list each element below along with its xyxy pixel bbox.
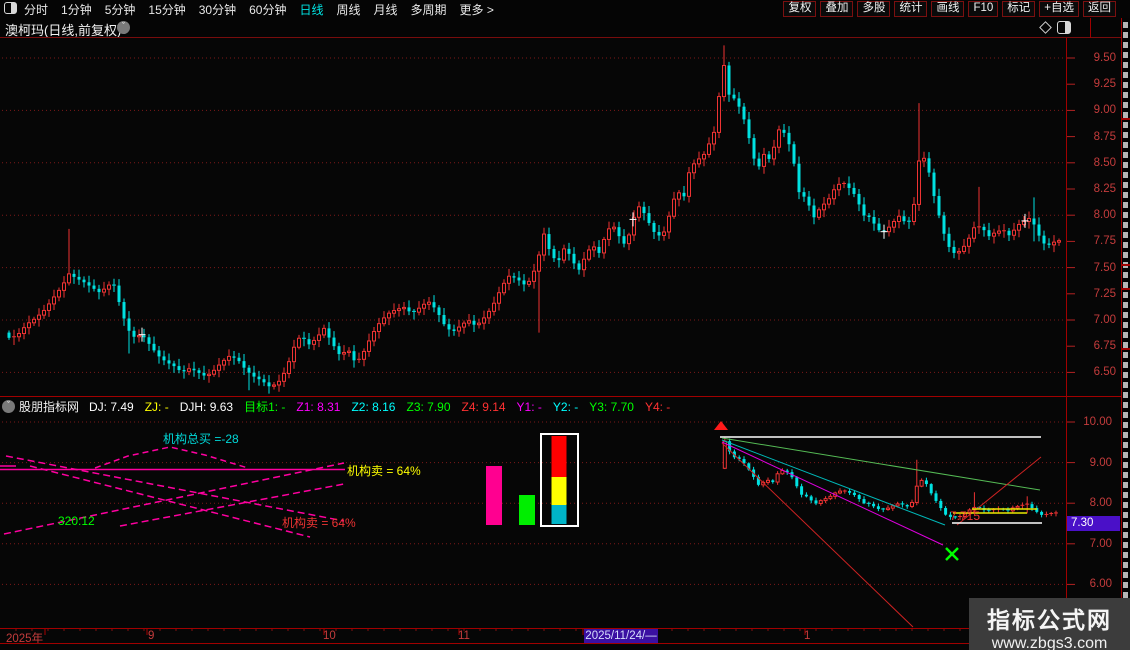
lower-axis-label: 8.00 [1089,497,1112,510]
lower-axis-label: 9.00 [1089,456,1112,469]
main-axis-label: 9.25 [1093,78,1116,91]
main-axis-label: 8.50 [1093,156,1116,169]
chevron-down-icon[interactable]: ˇ [2,400,15,413]
divider [0,643,1130,644]
toolbar-button-6[interactable]: 标记 [1002,1,1036,17]
annotation-total-buy: 机构总买 =-28 [163,432,239,446]
lower-axis-label: 7.00 [1089,537,1112,550]
axis-border [1066,38,1067,644]
period-tab-1[interactable]: 1分钟 [61,1,92,18]
indicator-name: 股朋指标网 [19,400,80,414]
indicator-field-10: Y3: 7.70 [589,400,634,414]
divider [0,628,1130,629]
right-edge-vertical-text-strip [1122,18,1130,650]
main-axis-label: 7.25 [1093,287,1116,300]
period-tab-8[interactable]: 月线 [374,1,398,18]
time-axis-label: 9 [148,630,155,642]
divider [0,396,1122,397]
period-tab-5[interactable]: 60分钟 [249,1,286,18]
last-price-badge: 7.30 [1067,516,1120,531]
title-row: 澳柯玛(日线,前复权) [0,18,1122,38]
period-tab-6[interactable]: 日线 [299,1,323,18]
indicator-header: ˇ 股朋指标网 DJ: 7.49 ZJ: - DJH: 9.63 目标1: - Z1: … [0,398,1122,415]
indicator-field-4: Z1: 8.31 [296,400,341,414]
watermark: 指标公式网 www.zbgs3.com [969,598,1130,650]
indicator-field-1: ZJ: - [144,400,169,414]
main-axis-label: 9.50 [1093,52,1116,64]
indicator-field-11: Y4: - [644,400,671,414]
indicator-field-2: DJH: 9.63 [179,400,234,414]
toolbar-button-2[interactable]: 多股 [857,1,891,17]
watermark-url: www.zbgs3.com [991,635,1108,650]
main-axis-label: 8.75 [1093,130,1116,143]
indicator-field-5: Z2: 8.16 [351,400,396,414]
divider [0,37,1122,38]
indicator-field-9: Y2: - [552,400,579,414]
indicator-field-0: DJ: 7.49 [89,400,134,414]
toolbar-button-4[interactable]: 画线 [931,1,965,17]
toolbar-button-8[interactable]: 返回 [1083,1,1116,17]
period-tabs: 分时 1分钟 5分钟 15分钟 30分钟 60分钟 日线 周线 月线 多周期 更多 > [24,0,494,18]
main-axis-label: 6.50 [1093,366,1116,379]
annotation-price-note: 7.715 [950,509,981,523]
period-tab-9[interactable]: 多周期 [411,1,447,18]
period-tab-2[interactable]: 5分钟 [105,1,136,18]
period-tab-7[interactable]: 周线 [336,1,360,18]
stock-app-window: 分时 1分钟 5分钟 15分钟 30分钟 60分钟 日线 周线 月线 多周期 更多 > 复权 叠加 多股… [0,0,1130,650]
main-axis-label: 8.00 [1093,209,1116,222]
lower-axis-label: 10.00 [1083,416,1112,428]
main-axis-label: 9.00 [1093,104,1116,117]
split-pane-icon[interactable] [4,2,17,14]
divider [1121,18,1122,650]
main-axis-label: 7.75 [1093,235,1116,248]
bottom-edge-strip [0,645,1130,650]
indicator-field-6: Z3: 7.90 [406,400,451,414]
watermark-title: 指标公式网 [987,607,1112,633]
indicator-field-8: Y1: - [516,400,542,414]
toolbar-button-5[interactable]: F10 [968,1,999,17]
time-axis-label: 11 [458,630,470,642]
annotation-sell-red: 机构卖 = 64% [282,516,356,530]
chevron-down-icon[interactable]: ˇ [117,21,130,34]
toolbar-button-group: 复权 叠加 多股 统计 画线 F10 标记 +自选 返回 [783,1,1116,17]
main-axis-label: 7.50 [1093,261,1116,274]
toolbar-button-7[interactable]: +自选 [1039,1,1079,17]
toolbar-button-1[interactable]: 叠加 [820,1,854,17]
date-chip[interactable]: 2025/11/24/— [584,629,658,643]
toolbar-button-0[interactable]: 复权 [783,1,817,17]
main-axis-label: 7.00 [1093,314,1116,326]
annotation-ratio: 320:12 [58,514,95,528]
toolbar-button-3[interactable]: 统计 [894,1,928,17]
period-tab-0[interactable]: 分时 [24,1,48,18]
split-pane-icon[interactable] [1057,21,1071,34]
indicator-field-7: Z4: 9.14 [461,400,506,414]
indicator-values: DJ: 7.49 ZJ: - DJH: 9.63 目标1: - Z1: 8.31 Z2: … [89,398,681,415]
main-axis-label: 8.25 [1093,183,1116,195]
period-tab-4[interactable]: 30分钟 [199,1,236,18]
main-axis-label: 6.75 [1093,340,1116,353]
period-tab-10[interactable]: 更多 > [460,1,494,18]
indicator-field-3: 目标1: - [244,400,286,414]
period-tab-3[interactable]: 15分钟 [148,1,185,18]
lower-axis-label: 6.00 [1089,578,1112,591]
top-toolbar: 分时 1分钟 5分钟 15分钟 30分钟 60分钟 日线 周线 月线 多周期 更多 > 复权 叠加 多股… [0,0,1130,19]
annotation-sell-yellow: 机构卖 = 64% [347,464,421,478]
time-axis-label: 10 [323,630,336,642]
time-axis-label: 1 [804,630,811,642]
chart-canvas [0,45,1075,650]
divider [1090,18,1091,38]
